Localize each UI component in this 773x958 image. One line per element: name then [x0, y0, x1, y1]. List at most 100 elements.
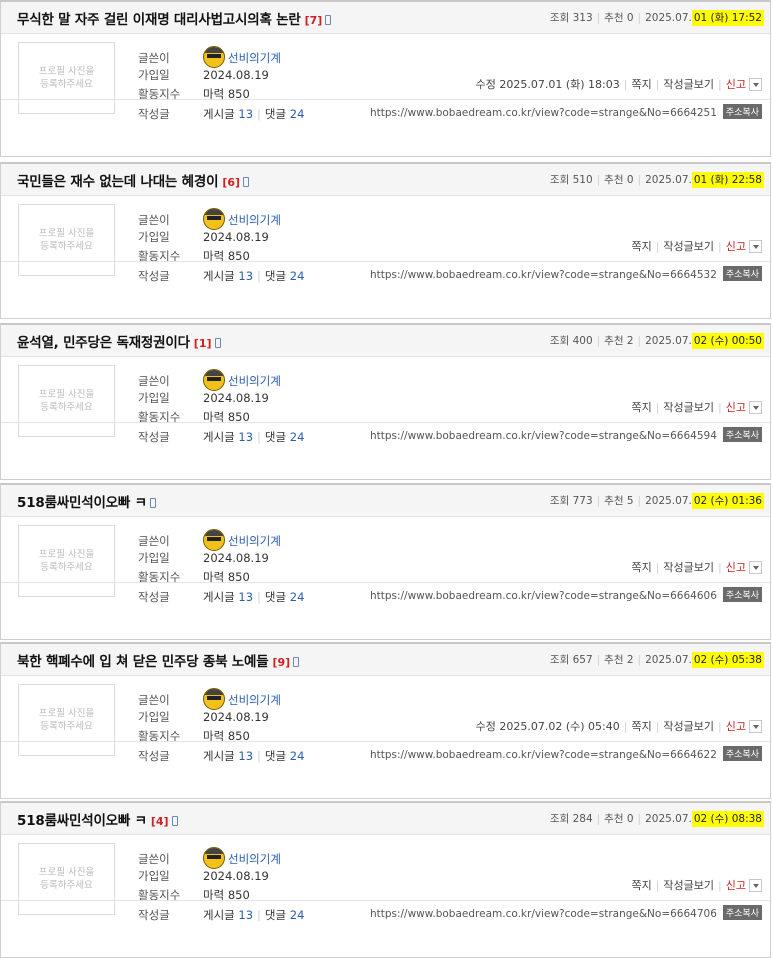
- views-label: 조회: [549, 495, 570, 507]
- post-actions: 쪽지 | 작성글보기 | 신고: [631, 399, 762, 415]
- message-link[interactable]: 쪽지: [631, 561, 651, 574]
- report-link[interactable]: 신고: [726, 561, 746, 574]
- post-url: https://www.bobaedream.co.kr/view?code=s…: [369, 269, 717, 281]
- date-prefix: 2025.07.: [645, 335, 692, 347]
- message-link[interactable]: 쪽지: [631, 401, 651, 414]
- recommend-value: 2: [626, 335, 634, 347]
- message-link[interactable]: 쪽지: [631, 78, 651, 91]
- report-link[interactable]: 신고: [726, 240, 746, 253]
- post-meta: 조회 400 | 추천 2 | 2025.07. 02 (수) 00:50: [549, 333, 764, 349]
- report-link[interactable]: 신고: [726, 78, 746, 91]
- mobile-icon: [149, 498, 156, 508]
- view-posts-link[interactable]: 작성글보기: [663, 561, 714, 574]
- recommend-label: 추천: [604, 813, 624, 825]
- url-bar: https://www.bobaedream.co.kr/view?code=s…: [1, 741, 770, 765]
- post-meta: 조회 284 | 추천 0 | 2025.07. 02 (수) 08:38: [549, 811, 764, 827]
- view-posts-link[interactable]: 작성글보기: [663, 78, 714, 91]
- dropdown-arrow-icon[interactable]: [749, 401, 762, 414]
- recommend-label: 추천: [604, 335, 624, 347]
- views-label: 조회: [549, 813, 570, 825]
- view-posts-link[interactable]: 작성글보기: [663, 720, 714, 733]
- post-card: 윤석열, 민주당은 독재정권이다 [1] 조회 400 | 추천 2 | 2025.07.…: [0, 323, 771, 480]
- join-date-label: 가입일: [138, 67, 170, 82]
- recommend-label: 추천: [604, 654, 624, 666]
- join-date-label: 가입일: [138, 390, 170, 405]
- recommend-label: 추천: [604, 495, 624, 507]
- mobile-icon: [243, 177, 250, 187]
- view-posts-link[interactable]: 작성글보기: [663, 401, 714, 414]
- post-title[interactable]: 무식한 말 자주 걸린 이재명 대리사법고시의혹 논란: [17, 12, 301, 28]
- post-title[interactable]: 518룸싸민석이오빠 ㅋ: [17, 813, 147, 829]
- post-meta: 조회 773 | 추천 5 | 2025.07. 02 (수) 01:36: [549, 493, 764, 509]
- comment-count[interactable]: [7]: [305, 14, 323, 27]
- author-nickname[interactable]: 선비의기계: [228, 374, 281, 388]
- recommend-value: 0: [626, 813, 634, 825]
- copy-url-button[interactable]: 주소복사: [722, 104, 762, 119]
- post-card: 518룸싸민석이오빠 ㅋ [4] 조회 284 | 추천 0 | 2025.07. 02 (…: [0, 801, 771, 958]
- copy-url-button[interactable]: 주소복사: [722, 905, 762, 920]
- copy-url-button[interactable]: 주소복사: [722, 746, 762, 761]
- date-highlight: 02 (수) 08:38: [691, 811, 764, 827]
- post-header: 518룸싸민석이오빠 ㅋ 조회 773 | 추천 5 | 2025.07. 02 (수) …: [1, 485, 770, 517]
- copy-url-button[interactable]: 주소복사: [722, 587, 762, 602]
- date-prefix: 2025.07.: [645, 654, 692, 666]
- copy-url-button[interactable]: 주소복사: [722, 266, 762, 281]
- author-nickname[interactable]: 선비의기계: [228, 852, 281, 866]
- recommend-value: 0: [626, 12, 634, 24]
- dropdown-arrow-icon[interactable]: [749, 720, 762, 733]
- join-date-value: 2024.08.19: [203, 550, 269, 565]
- post-title[interactable]: 518룸싸민석이오빠 ㅋ: [17, 495, 147, 511]
- copy-url-button[interactable]: 주소복사: [722, 427, 762, 442]
- post-meta: 조회 313 | 추천 0 | 2025.07. 01 (화) 17:52: [549, 10, 764, 26]
- post-actions: 수정 2025.07.01 (화) 18:03 | 쪽지 | 작성글보기 | 신고: [476, 76, 762, 92]
- join-date-value: 2024.08.19: [203, 709, 269, 724]
- views-value: 510: [572, 174, 593, 186]
- join-date-label: 가입일: [138, 709, 170, 724]
- message-link[interactable]: 쪽지: [631, 879, 651, 892]
- views-label: 조회: [549, 174, 570, 186]
- post-card: 518룸싸민석이오빠 ㅋ 조회 773 | 추천 5 | 2025.07. 02 (수) …: [0, 483, 771, 640]
- date-highlight: 02 (수) 01:36: [691, 493, 764, 509]
- report-link[interactable]: 신고: [726, 720, 746, 733]
- post-actions: 수정 2025.07.02 (수) 05:40 | 쪽지 | 작성글보기 | 신고: [476, 718, 762, 734]
- views-value: 657: [572, 654, 593, 666]
- post-url: https://www.bobaedream.co.kr/view?code=s…: [369, 590, 717, 602]
- author-nickname[interactable]: 선비의기계: [228, 693, 281, 707]
- dropdown-arrow-icon[interactable]: [749, 78, 762, 91]
- author-nickname[interactable]: 선비의기계: [228, 534, 281, 548]
- date-prefix: 2025.07.: [645, 174, 692, 186]
- post-title[interactable]: 국민들은 재수 없는데 나대는 혜경이: [17, 174, 219, 190]
- post-actions: 쪽지 | 작성글보기 | 신고: [631, 238, 762, 254]
- report-link[interactable]: 신고: [726, 401, 746, 414]
- date-highlight: 02 (수) 00:50: [691, 333, 764, 349]
- message-link[interactable]: 쪽지: [631, 240, 651, 253]
- post-title[interactable]: 북한 핵폐수에 입 쳐 닫은 민주당 종북 노예들: [17, 654, 269, 670]
- url-bar: https://www.bobaedream.co.kr/view?code=s…: [1, 900, 770, 924]
- post-title[interactable]: 윤석열, 민주당은 독재정권이다: [17, 335, 190, 351]
- join-date-label: 가입일: [138, 229, 170, 244]
- post-header: 북한 핵폐수에 입 쳐 닫은 민주당 종북 노예들 [9] 조회 657 | 추천 2…: [1, 644, 770, 676]
- date-prefix: 2025.07.: [645, 813, 692, 825]
- author-nickname[interactable]: 선비의기계: [228, 51, 281, 65]
- message-link[interactable]: 쪽지: [631, 720, 651, 733]
- comment-count[interactable]: [9]: [272, 656, 290, 669]
- mobile-icon: [293, 657, 300, 667]
- dropdown-arrow-icon[interactable]: [749, 561, 762, 574]
- post-header: 윤석열, 민주당은 독재정권이다 [1] 조회 400 | 추천 2 | 2025.07.…: [1, 325, 770, 357]
- comment-count[interactable]: [1]: [194, 337, 212, 350]
- post-card: 국민들은 재수 없는데 나대는 혜경이 [6] 조회 510 | 추천 0 | 2025.…: [0, 162, 771, 319]
- dropdown-arrow-icon[interactable]: [749, 240, 762, 253]
- post-header: 518룸싸민석이오빠 ㅋ [4] 조회 284 | 추천 0 | 2025.07. 02 (…: [1, 803, 770, 835]
- report-link[interactable]: 신고: [726, 879, 746, 892]
- comment-count[interactable]: [6]: [222, 176, 240, 189]
- join-date-label: 가입일: [138, 550, 170, 565]
- view-posts-link[interactable]: 작성글보기: [663, 240, 714, 253]
- dropdown-arrow-icon[interactable]: [749, 879, 762, 892]
- join-date-value: 2024.08.19: [203, 868, 269, 883]
- views-label: 조회: [549, 12, 570, 24]
- author-nickname[interactable]: 선비의기계: [228, 213, 281, 227]
- comment-count[interactable]: [4]: [151, 815, 169, 828]
- views-value: 773: [572, 495, 593, 507]
- view-posts-link[interactable]: 작성글보기: [663, 879, 714, 892]
- url-bar: https://www.bobaedream.co.kr/view?code=s…: [1, 582, 770, 606]
